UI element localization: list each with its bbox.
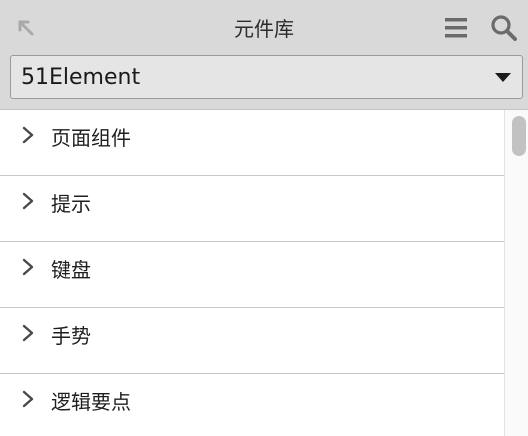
- list-item-label: 键盘: [51, 258, 91, 282]
- component-library-panel: 元件库 51Element 页面组件 提示 键盘 手势 逻辑要点: [0, 0, 528, 436]
- title-bar: 元件库: [0, 0, 528, 50]
- chevron-right-icon: [22, 324, 34, 342]
- list-item[interactable]: 手势: [0, 308, 504, 374]
- library-select-value: 51Element: [21, 65, 141, 90]
- search-icon[interactable]: [490, 14, 518, 42]
- list-item-label: 逻辑要点: [51, 390, 131, 414]
- scrollbar-thumb[interactable]: [512, 116, 526, 156]
- panel-header: 元件库 51Element: [0, 0, 528, 110]
- list-item[interactable]: 键盘: [0, 242, 504, 308]
- list-item-label: 页面组件: [51, 126, 131, 150]
- hamburger-menu-icon[interactable]: [444, 16, 468, 40]
- dropdown-arrow-icon: [495, 73, 511, 82]
- list-item-label: 手势: [51, 324, 91, 348]
- chevron-right-icon: [22, 390, 34, 408]
- chevron-right-icon: [22, 258, 34, 276]
- vertical-scrollbar[interactable]: [504, 110, 528, 436]
- list-item[interactable]: 逻辑要点: [0, 374, 504, 436]
- component-category-list: 页面组件 提示 键盘 手势 逻辑要点: [0, 110, 504, 436]
- library-select[interactable]: 51Element: [10, 55, 523, 99]
- chevron-right-icon: [22, 192, 34, 210]
- list-item-label: 提示: [51, 192, 91, 216]
- list-item[interactable]: 页面组件: [0, 110, 504, 176]
- chevron-right-icon: [22, 126, 34, 144]
- list-item[interactable]: 提示: [0, 176, 504, 242]
